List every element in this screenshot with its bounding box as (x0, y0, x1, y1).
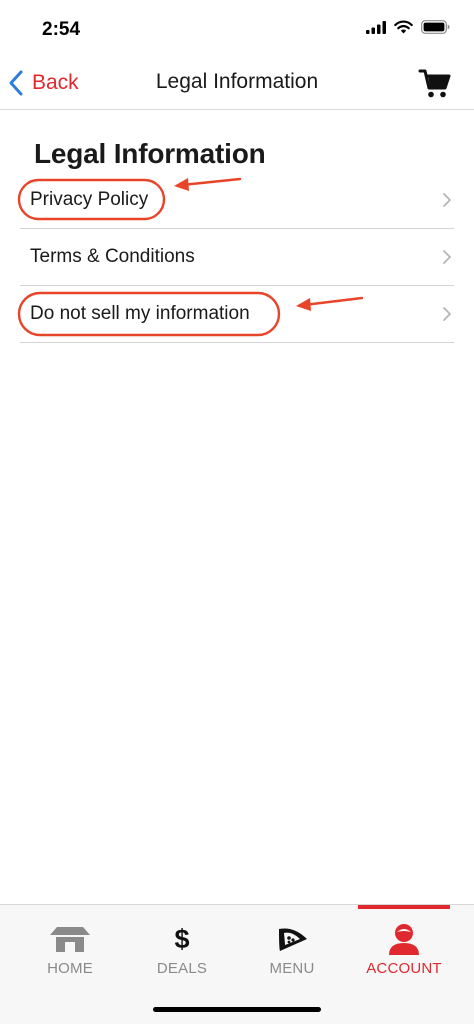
tab-account[interactable]: ACCOUNT (345, 905, 463, 985)
status-icons (366, 20, 450, 34)
cart-icon (418, 69, 451, 98)
tab-label: DEALS (156, 960, 208, 977)
chevron-right-icon (443, 250, 451, 264)
tab-deals[interactable]: $ DEALS (123, 905, 241, 985)
svg-text:$: $ (174, 924, 189, 954)
wifi-icon (394, 20, 413, 34)
nav-bar: Back Legal Information (0, 56, 474, 110)
list-item-label: Terms & Conditions (30, 246, 195, 267)
home-indicator (153, 1007, 321, 1012)
signal-icon (366, 20, 386, 34)
tab-menu[interactable]: MENU (233, 905, 351, 985)
chevron-right-icon (443, 307, 451, 321)
back-button[interactable]: Back (8, 66, 79, 100)
dollar-icon: $ (174, 924, 189, 954)
tab-label: HOME (47, 960, 93, 977)
pizza-icon (279, 928, 307, 951)
back-label: Back (32, 71, 79, 94)
chevron-left-icon (9, 70, 23, 96)
status-time: 2:54 (42, 19, 81, 40)
legal-list: Privacy Policy Terms & Conditions Do not… (20, 172, 454, 343)
home-icon (50, 927, 90, 952)
cart-button[interactable] (418, 66, 452, 100)
list-item-do-not-sell[interactable]: Do not sell my information (20, 286, 454, 343)
page-title: Legal Information (34, 138, 266, 169)
list-item-terms-conditions[interactable]: Terms & Conditions (20, 229, 454, 286)
list-item-label: Do not sell my information (30, 303, 250, 324)
tab-bar: HOME $ DEALS MENU ACCOUNT (0, 904, 474, 1024)
tab-label: MENU (269, 960, 315, 977)
battery-icon (421, 20, 450, 34)
list-item-label: Privacy Policy (30, 189, 149, 210)
status-bar: 2:54 (0, 0, 474, 56)
tab-home[interactable]: HOME (11, 905, 129, 985)
chevron-right-icon (443, 193, 451, 207)
tab-label: ACCOUNT (366, 960, 442, 977)
account-icon (389, 924, 419, 955)
list-item-privacy-policy[interactable]: Privacy Policy (20, 172, 454, 229)
